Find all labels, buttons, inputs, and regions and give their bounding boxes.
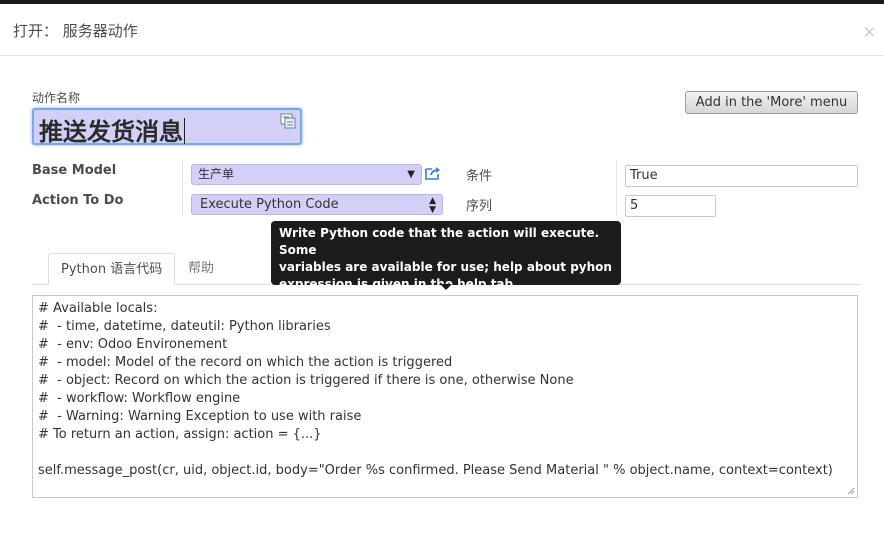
action-name-value: 推送发货消息 — [39, 118, 185, 146]
label-divider — [182, 160, 183, 216]
tooltip-arrow — [440, 284, 452, 290]
code-line: # - model: Model of the record on which … — [38, 355, 453, 370]
add-to-more-menu-button[interactable]: Add in the 'More' menu — [685, 91, 858, 114]
action-to-do-label: Action To Do — [32, 193, 124, 208]
code-line: # Available locals: — [38, 301, 158, 316]
action-name-input[interactable]: 推送发货消息 — [32, 108, 302, 146]
dialog-header: 打开： 服务器动作 × — [0, 4, 884, 56]
tooltip-line: Write Python code that the action will e… — [279, 226, 600, 257]
tab-help[interactable]: 帮助 — [176, 253, 226, 285]
chevron-down-icon: ▼ — [407, 169, 415, 180]
sequence-label: 序列 — [466, 199, 493, 214]
translate-icon[interactable] — [280, 113, 296, 129]
code-line: # - Warning: Warning Exception to use wi… — [38, 409, 362, 424]
external-link-icon[interactable] — [424, 165, 442, 181]
tooltip-line: variables are available for use; help ab… — [279, 260, 612, 274]
action-name-label: 动作名称 — [32, 91, 81, 105]
action-to-do-value: Execute Python Code — [200, 197, 339, 212]
python-code-editor[interactable]: # Available locals: # - time, datetime, … — [32, 295, 858, 498]
close-icon[interactable]: × — [863, 22, 876, 41]
code-line: self.message_post(cr, uid, object.id, bo… — [38, 463, 833, 478]
condition-input[interactable]: True — [625, 165, 858, 187]
code-line: # - object: Record on which the action i… — [38, 373, 574, 388]
resize-handle-icon[interactable] — [847, 487, 855, 495]
field-divider — [616, 160, 617, 216]
base-model-label: Base Model — [32, 163, 117, 178]
dialog-title: 打开： 服务器动作 — [13, 22, 138, 40]
code-line: # - time, datetime, dateutil: Python lib… — [38, 319, 331, 334]
base-model-value: 生产单 — [198, 167, 235, 181]
condition-label: 条件 — [466, 169, 493, 184]
tooltip: Write Python code that the action will e… — [271, 221, 621, 291]
sequence-input[interactable]: 5 — [625, 195, 716, 217]
select-arrows-icon: ▲ ▼ — [429, 196, 436, 215]
code-line: # - workflow: Workflow engine — [38, 391, 241, 406]
code-line: # - env: Odoo Environement — [38, 337, 228, 352]
base-model-select[interactable]: 生产单 ▼ — [191, 164, 422, 185]
code-line: # To return an action, assign: action = … — [38, 427, 322, 442]
action-to-do-select[interactable]: Execute Python Code ▲ ▼ — [191, 194, 443, 215]
tab-python-code[interactable]: Python 语言代码 — [48, 253, 176, 285]
